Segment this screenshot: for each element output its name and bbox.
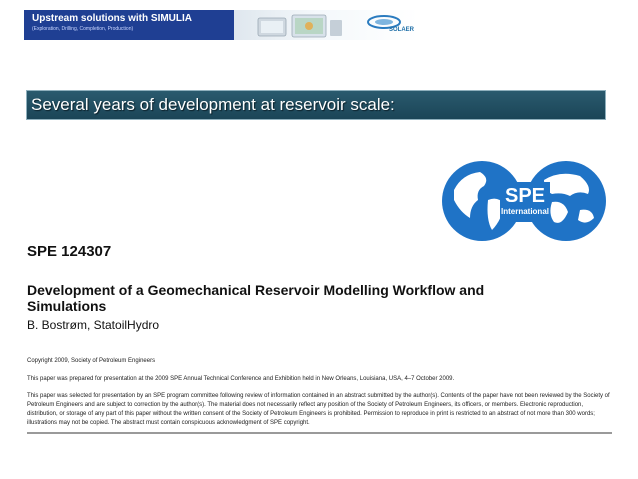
solaer-logo-icon [367, 15, 401, 29]
spe-logo-subtext: International [501, 207, 549, 216]
banner-image: SOLAER [234, 10, 418, 40]
spe-logo-text: SPE [505, 185, 545, 207]
copyright-notice: Copyright 2009, Society of Petroleum Eng… [27, 358, 156, 364]
banner-subtitle: (Exploration, Drilling, Completion, Prod… [32, 26, 134, 32]
banner-title-block: Upstream solutions with SIMULIA (Explora… [24, 10, 234, 40]
spe-international-logo-icon: SPE International [442, 161, 606, 241]
paper-number: SPE 124307 [27, 243, 112, 260]
section-title: Several years of development at reservoi… [31, 95, 395, 114]
review-disclaimer: This paper was selected for presentation… [27, 393, 610, 426]
divider-line [27, 432, 612, 434]
paper-author: B. Bostrøm, StatoilHydro [27, 318, 160, 332]
header-banner: Upstream solutions with SIMULIA (Explora… [24, 10, 418, 40]
tablet-illustration-icon [257, 14, 342, 38]
presentation-notice: This paper was prepared for presentation… [27, 376, 455, 382]
section-header-bar: Several years of development at reservoi… [26, 90, 606, 120]
solaer-logo-text: SOLAER [388, 27, 414, 33]
banner-title: Upstream solutions with SIMULIA [32, 13, 193, 24]
paper-title: Development of a Geomechanical Reservoir… [27, 282, 485, 314]
